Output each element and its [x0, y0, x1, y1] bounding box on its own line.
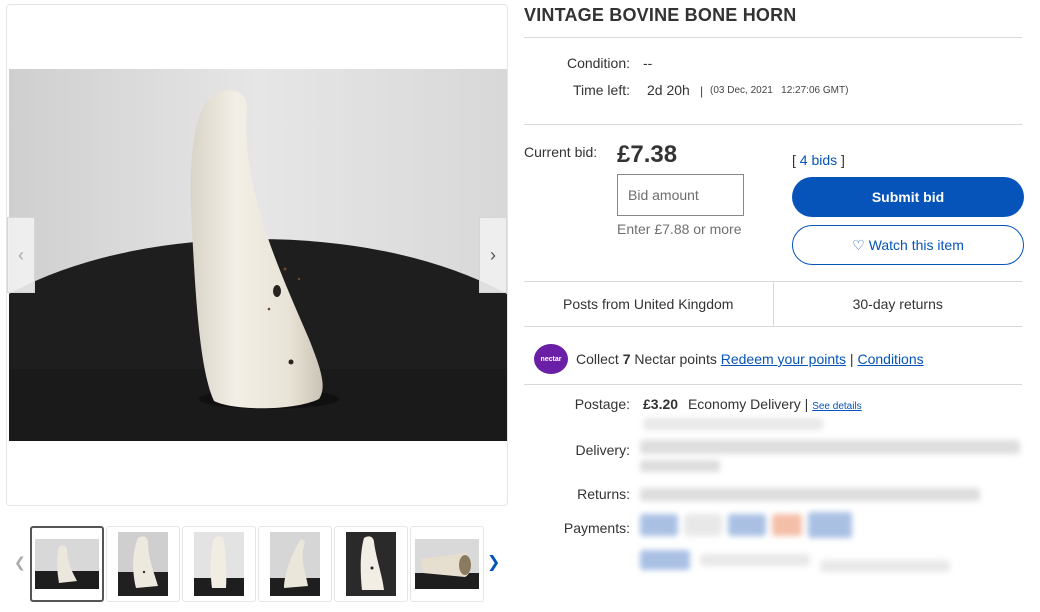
postage-price: £3.20 — [643, 396, 679, 412]
item-title: VINTAGE BOVINE BONE HORN — [524, 5, 797, 25]
redacted-text — [700, 554, 810, 566]
time-left-value: 2d 20h — [647, 82, 690, 98]
end-separator: | — [700, 84, 704, 98]
current-bid-label: Current bid: — [524, 144, 598, 160]
thumbnail-next-icon[interactable]: ❯ — [487, 552, 500, 572]
returns-summary: 30-day returns — [772, 282, 1023, 326]
bid-count: [ 4 bids ] — [792, 152, 845, 168]
thumbnail-3[interactable] — [182, 526, 256, 602]
divider — [524, 124, 1022, 125]
returns-label: Returns: — [577, 486, 630, 502]
chevron-right-icon: › — [490, 244, 496, 265]
shipping-summary: Posts from United Kingdom 30-day returns — [524, 281, 1022, 327]
time-left-label: Time left: — [572, 82, 630, 98]
redacted-text — [640, 488, 980, 501]
thumbnail-prev-icon[interactable]: ❮ — [14, 554, 26, 571]
submit-bid-button[interactable]: Submit bid — [792, 177, 1024, 217]
postage-details: £3.20 Economy Delivery | See details — [643, 396, 862, 412]
payments-label: Payments: — [563, 520, 630, 536]
thumbnail-strip: ❮ ❯ — [10, 524, 506, 604]
bids-open-bracket: [ — [792, 152, 796, 168]
previous-image-button[interactable]: ‹ — [7, 217, 35, 293]
payment-icon — [728, 514, 766, 536]
min-bid-hint: Enter £7.88 or more — [617, 221, 742, 237]
redeem-points-link[interactable]: Redeem your points — [721, 351, 846, 367]
redacted-text — [643, 418, 823, 430]
redacted-text — [640, 460, 720, 472]
delivery-label: Delivery: — [575, 442, 630, 458]
redacted-text — [820, 560, 950, 572]
postage-separator: | — [800, 396, 813, 412]
current-bid-value: £7.38 — [617, 141, 678, 168]
image-gallery: ‹ › — [6, 4, 508, 506]
bid-history-link[interactable]: 4 bids — [800, 152, 837, 168]
condition-value: -- — [643, 55, 653, 71]
postage-method: Economy Delivery — [687, 396, 801, 412]
nectar-collect-prefix: Collect — [576, 351, 623, 367]
condition-label: Condition: — [566, 55, 630, 71]
thumbnail-4[interactable] — [258, 526, 332, 602]
payment-icon — [684, 514, 722, 536]
thumbnail-2[interactable] — [106, 526, 180, 602]
payment-icon — [640, 514, 678, 536]
thumbnail-1[interactable] — [30, 526, 104, 602]
nectar-collect-suffix: Nectar points — [630, 351, 721, 367]
next-image-button[interactable]: › — [479, 217, 507, 293]
divider — [524, 384, 1022, 385]
nectar-conditions-link[interactable]: Conditions — [857, 351, 923, 367]
nectar-separator: | — [846, 351, 858, 367]
payment-icon — [640, 550, 690, 570]
see-details-link[interactable]: See details — [812, 401, 861, 412]
thumbnail-6[interactable] — [410, 526, 484, 602]
bid-amount-input[interactable] — [617, 174, 744, 216]
nectar-points-row: nectar Collect 7 Nectar points Redeem yo… — [534, 343, 924, 375]
heart-icon: ♡ — [852, 236, 865, 253]
posts-from: Posts from United Kingdom — [563, 296, 734, 312]
chevron-left-icon: ‹ — [18, 244, 24, 265]
divider — [524, 37, 1022, 38]
nectar-points-count: 7 — [622, 351, 631, 367]
postage-label: Postage: — [574, 396, 630, 412]
bids-close-bracket: ] — [841, 152, 845, 168]
payment-icon — [808, 512, 852, 538]
watch-item-button[interactable]: ♡ Watch this item — [792, 225, 1024, 265]
thumbnail-5[interactable] — [334, 526, 408, 602]
nectar-logo: nectar — [534, 344, 568, 374]
main-product-image[interactable] — [9, 69, 507, 441]
redacted-text — [640, 440, 1020, 454]
end-time: (03 Dec, 2021 12:27:06 GMT) — [710, 85, 849, 96]
payment-icon — [772, 514, 802, 536]
watch-item-label: Watch this item — [868, 237, 964, 253]
